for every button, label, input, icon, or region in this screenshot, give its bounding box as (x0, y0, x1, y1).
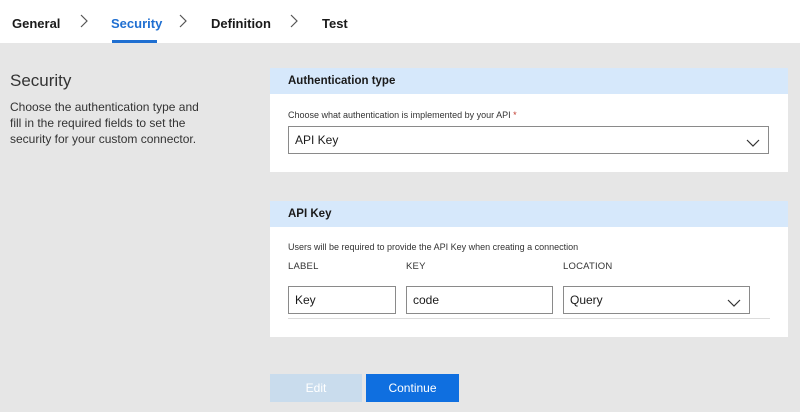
location-dropdown[interactable]: Query (563, 286, 750, 314)
active-tab-indicator (112, 40, 157, 43)
key-input[interactable]: code (406, 286, 553, 314)
card-header: API Key (270, 201, 788, 227)
wizard-nav: General Security Definition Test (0, 0, 800, 43)
column-label-header: LABEL (288, 261, 319, 272)
edit-button[interactable]: Edit (270, 374, 362, 402)
chevron-right-icon (176, 12, 190, 30)
api-key-card: API Key Users will be required to provid… (270, 201, 788, 337)
card-header: Authentication type (270, 68, 788, 94)
column-key-header: KEY (406, 261, 426, 272)
dropdown-selected-value: Query (570, 293, 603, 307)
label-input[interactable]: Key (288, 286, 396, 314)
section-description: Choose the authentication type and fill … (10, 100, 199, 146)
tab-test[interactable]: Test (322, 16, 348, 31)
authentication-type-card: Authentication type Choose what authenti… (270, 68, 788, 172)
section-title: Security (10, 71, 72, 90)
row-divider (288, 318, 770, 319)
auth-field-label: Choose what authentication is implemente… (288, 110, 517, 120)
key-input-value: code (413, 293, 440, 307)
label-input-value: Key (295, 293, 316, 307)
required-marker: * (513, 110, 517, 120)
chevron-down-icon (727, 296, 741, 310)
continue-button[interactable]: Continue (366, 374, 459, 402)
column-location-header: LOCATION (563, 261, 613, 272)
chevron-right-icon (287, 12, 301, 30)
dropdown-selected-value: API Key (295, 133, 339, 147)
chevron-down-icon (746, 136, 760, 150)
tab-definition[interactable]: Definition (211, 16, 271, 31)
api-key-note: Users will be required to provide the AP… (288, 242, 579, 252)
authentication-type-dropdown[interactable]: API Key (288, 126, 769, 154)
tab-general[interactable]: General (12, 16, 60, 31)
auth-field-label-text: Choose what authentication is implemente… (288, 110, 511, 120)
tab-security[interactable]: Security (111, 16, 162, 31)
chevron-right-icon (77, 12, 91, 30)
